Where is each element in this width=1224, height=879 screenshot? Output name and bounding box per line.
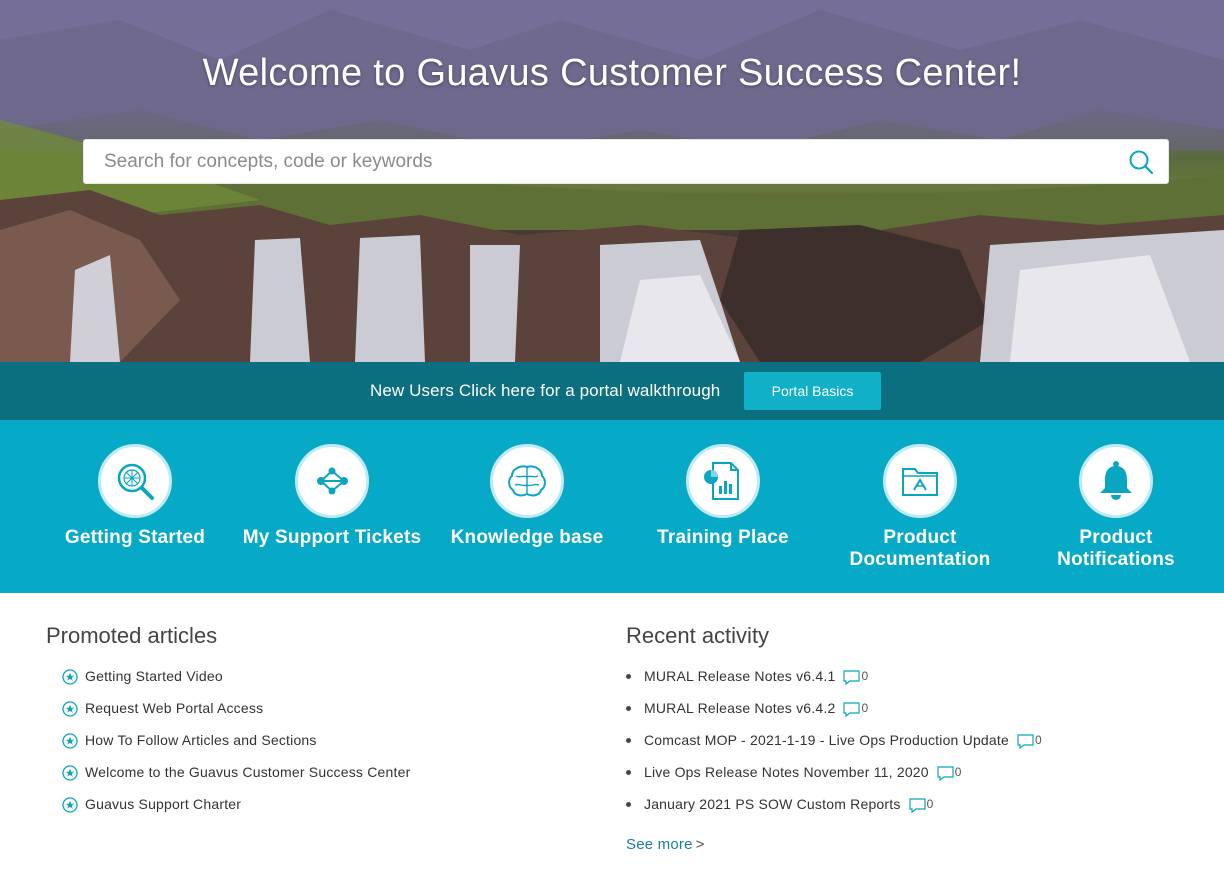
category-product-documentation[interactable]: Product Documentation: [822, 444, 1018, 571]
promoted-article-link[interactable]: Request Web Portal Access: [85, 698, 263, 718]
see-more-link[interactable]: See more >: [626, 836, 705, 853]
category-band: Getting Started My Support Tickets Knowl…: [0, 420, 1224, 593]
list-item: Live Ops Release Notes November 11, 2020…: [626, 762, 1042, 794]
star-icon: [62, 765, 78, 781]
list-item: Getting Started Video: [62, 666, 410, 698]
search-icon[interactable]: [1128, 149, 1154, 175]
recent-activity-title: Recent activity: [626, 623, 770, 648]
walkthrough-banner: New Users Click here for a portal walkth…: [0, 362, 1224, 420]
bullet: [626, 802, 631, 807]
star-icon: [62, 733, 78, 749]
folder-icon: [902, 468, 938, 496]
promoted-article-link[interactable]: Getting Started Video: [85, 666, 223, 686]
list-item: Request Web Portal Access: [62, 698, 410, 730]
category-label: Product Notifications: [1057, 527, 1175, 570]
category-icon-circle: [295, 444, 369, 518]
category-label: Product Documentation: [849, 527, 991, 570]
comment-count: 0: [926, 797, 934, 811]
category-label: Getting Started: [64, 527, 206, 548]
walkthrough-text: New Users Click here for a portal walkth…: [370, 381, 721, 400]
page-title: Welcome to Guavus Customer Success Cente…: [202, 52, 1022, 94]
promoted-articles-title: Promoted articles: [46, 623, 218, 648]
brain-icon: [508, 465, 546, 497]
category-label: Training Place: [657, 527, 789, 548]
category-icon-circle: [1079, 444, 1153, 518]
see-more-label: See more: [626, 836, 693, 853]
category-label: Knowledge base: [450, 527, 604, 548]
star-icon: [62, 797, 78, 813]
category-label: My Support Tickets: [242, 527, 422, 548]
category-icon-circle: [883, 444, 957, 518]
list-item: MURAL Release Notes v6.4.2 0: [626, 698, 1042, 730]
recent-activity-link[interactable]: MURAL Release Notes v6.4.2: [644, 698, 835, 718]
recent-activity-link[interactable]: Live Ops Release Notes November 11, 2020: [644, 762, 929, 782]
recent-activity-link[interactable]: Comcast MOP - 2021-1-19 - Live Ops Produ…: [644, 730, 1009, 750]
category-knowledge-base[interactable]: Knowledge base: [429, 444, 625, 549]
bullet: [626, 674, 631, 679]
recent-activity-list: MURAL Release Notes v6.4.1 0 MURAL Relea…: [626, 666, 1042, 826]
comment-icon: [937, 766, 954, 781]
comment-icon: [908, 798, 926, 813]
promoted-article-link[interactable]: Guavus Support Charter: [85, 794, 241, 814]
chart-document-icon: [704, 462, 739, 500]
chevron-right-icon: >: [695, 836, 705, 853]
magnifier-network-icon: [117, 463, 154, 500]
bullet: [626, 738, 631, 743]
category-getting-started[interactable]: Getting Started: [37, 444, 233, 549]
portal-basics-button[interactable]: Portal Basics: [744, 372, 881, 410]
search-input[interactable]: [84, 140, 1114, 183]
comment-icon: [1017, 734, 1034, 749]
comment-count: 0: [861, 701, 869, 715]
hero-banner: Welcome to Guavus Customer Success Cente…: [0, 0, 1224, 362]
comment-icon: [843, 702, 861, 717]
category-product-notifications[interactable]: Product Notifications: [1018, 444, 1214, 571]
share-nodes-icon: [317, 467, 348, 495]
category-training-place[interactable]: Training Place: [625, 444, 821, 549]
list-item: How To Follow Articles and Sections: [62, 730, 410, 762]
search-bar: [83, 139, 1169, 184]
star-icon: [62, 701, 78, 717]
list-item: Comcast MOP - 2021-1-19 - Live Ops Produ…: [626, 730, 1042, 762]
comment-count: 0: [954, 765, 962, 779]
list-item: Welcome to the Guavus Customer Success C…: [62, 762, 410, 794]
bullet: [626, 770, 631, 775]
recent-activity-link[interactable]: MURAL Release Notes v6.4.1: [644, 666, 835, 686]
bell-icon: [1100, 461, 1132, 500]
promoted-article-link[interactable]: How To Follow Articles and Sections: [85, 730, 317, 750]
star-icon: [62, 669, 78, 685]
promoted-article-link[interactable]: Welcome to the Guavus Customer Success C…: [85, 762, 410, 782]
list-item: MURAL Release Notes v6.4.1 0: [626, 666, 1042, 698]
category-icon-circle: [490, 444, 564, 518]
promoted-articles-list: Getting Started Video Request Web Portal…: [62, 666, 410, 826]
category-icon-circle: [686, 444, 760, 518]
category-icon-circle: [98, 444, 172, 518]
list-item: Guavus Support Charter: [62, 794, 410, 826]
recent-activity-link[interactable]: January 2021 PS SOW Custom Reports: [644, 794, 901, 814]
bullet: [626, 706, 631, 711]
comment-icon: [843, 670, 861, 685]
comment-count: 0: [861, 669, 869, 683]
category-my-support-tickets[interactable]: My Support Tickets: [234, 444, 430, 549]
comment-count: 0: [1034, 733, 1042, 747]
list-item: January 2021 PS SOW Custom Reports 0: [626, 794, 1042, 826]
